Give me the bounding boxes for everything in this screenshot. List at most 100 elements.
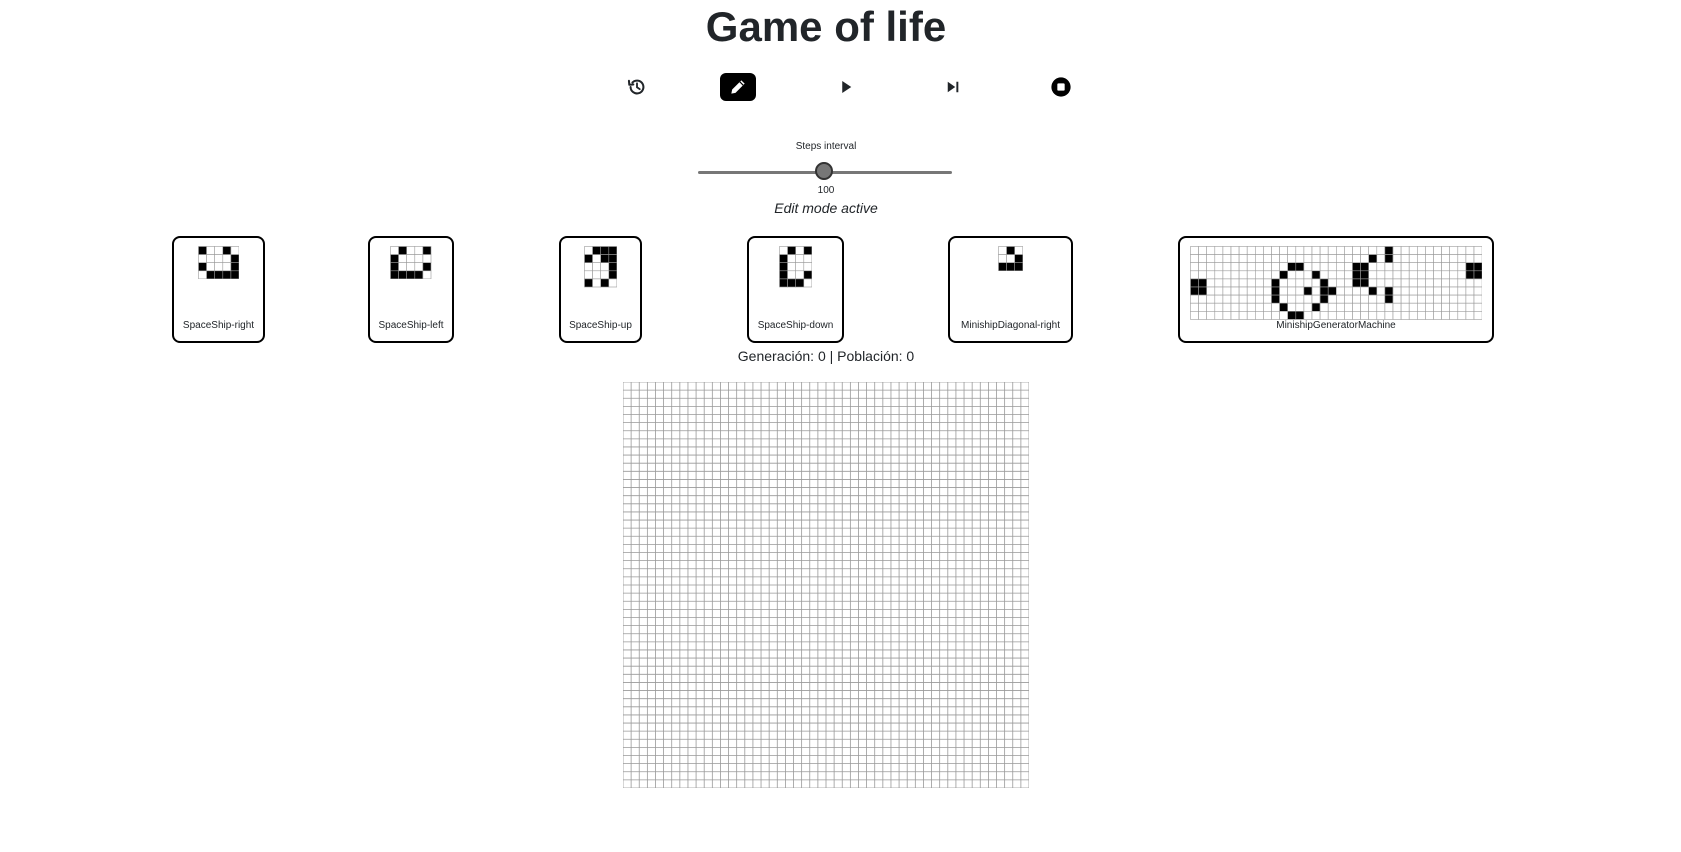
pattern-cell <box>1246 302 1256 312</box>
pattern-cell <box>1327 311 1337 320</box>
pattern-cell <box>608 254 617 264</box>
pattern-cell <box>214 254 223 264</box>
pattern-cell <box>1214 270 1223 280</box>
pattern-cell <box>1189 262 1199 272</box>
pattern-cell <box>1384 254 1394 264</box>
pattern-cell <box>222 246 231 255</box>
pattern-cell <box>1441 262 1450 272</box>
steps-interval-label: Steps interval <box>795 141 857 152</box>
step-forward-icon <box>947 81 959 93</box>
game-board[interactable] <box>623 382 1029 788</box>
pattern-cell <box>778 270 788 280</box>
pattern-cell <box>206 246 215 255</box>
pattern-cell <box>1222 270 1232 280</box>
pattern-cell <box>803 270 812 280</box>
pattern-cell <box>1400 270 1410 280</box>
history-button[interactable] <box>619 73 655 101</box>
pattern-label: MinishipDiagonal-right <box>961 320 1060 331</box>
pattern-cell <box>1198 302 1207 312</box>
pattern-cell <box>1424 262 1434 272</box>
pattern-cell <box>803 262 812 272</box>
pattern-card-miniship-generator-machine[interactable]: MinishipGeneratorMachine <box>1178 236 1494 343</box>
pattern-cell <box>206 254 215 264</box>
pattern-cell <box>422 246 432 255</box>
pattern-cell <box>998 246 1007 255</box>
pattern-cell <box>1416 246 1426 255</box>
status-separator: | <box>829 348 834 364</box>
pattern-cell <box>406 270 416 280</box>
pattern-cell <box>1270 270 1280 280</box>
pattern-cell <box>1287 262 1296 272</box>
pattern-cell <box>583 278 593 288</box>
pattern-cell <box>1376 286 1385 296</box>
pattern-cell <box>1262 278 1272 288</box>
pattern-cell <box>1449 246 1458 255</box>
pattern-cell <box>1214 311 1223 320</box>
pattern-cell <box>1279 302 1288 312</box>
pattern-cell <box>1408 254 1418 264</box>
pattern-cell <box>1303 278 1313 288</box>
pattern-label: MinishipGeneratorMachine <box>1276 320 1396 331</box>
pattern-label: SpaceShip-up <box>569 320 632 331</box>
pattern-card-spaceship-left[interactable]: SpaceShip-left <box>368 236 454 343</box>
pattern-cell <box>1319 246 1329 255</box>
pattern-cell <box>1457 302 1466 312</box>
pattern-cell <box>1351 262 1361 272</box>
pattern-cell <box>608 246 617 255</box>
pattern-cell <box>1424 278 1434 288</box>
step-button[interactable] <box>935 73 971 101</box>
pattern-cell <box>1262 270 1272 280</box>
pattern-card-miniship-diagonal-right[interactable]: MinishipDiagonal-right <box>948 236 1073 343</box>
pattern-cell <box>1376 246 1385 255</box>
pattern-cell <box>1262 246 1272 255</box>
pattern-cell <box>206 262 215 272</box>
pattern-cell <box>1222 311 1232 320</box>
pattern-cell <box>390 270 400 280</box>
pattern-cell <box>1189 302 1199 312</box>
pattern-cell <box>414 270 424 280</box>
pattern-cell <box>583 262 593 272</box>
pattern-cell <box>1351 286 1361 296</box>
pattern-cell <box>1254 246 1264 255</box>
pattern-cell <box>1343 302 1353 312</box>
pattern-cell <box>592 270 601 280</box>
pattern-cell <box>422 270 432 280</box>
pattern-card-spaceship-down[interactable]: SpaceShip-down <box>747 236 844 343</box>
pattern-cell <box>1351 302 1361 312</box>
pattern-cell <box>1360 270 1369 280</box>
pattern-cell <box>1254 278 1264 288</box>
pattern-cell <box>1206 302 1215 312</box>
pattern-cell <box>1343 246 1353 255</box>
pattern-cell <box>1441 311 1450 320</box>
pattern-cell <box>1432 254 1442 264</box>
pattern-cell <box>1473 270 1483 280</box>
pattern-cell <box>1311 246 1321 255</box>
pattern-cell <box>1368 254 1377 264</box>
pattern-cell <box>1303 302 1313 312</box>
pattern-cell <box>998 262 1007 272</box>
pattern-cell <box>1335 311 1345 320</box>
pattern-cell <box>1327 286 1337 296</box>
pattern-cell <box>1303 246 1313 255</box>
pattern-cell <box>1368 294 1377 304</box>
pattern-cell <box>1449 302 1458 312</box>
pattern-cell <box>1473 254 1483 264</box>
pattern-card-spaceship-right[interactable]: SpaceShip-right <box>172 236 265 343</box>
pattern-cell <box>1206 246 1215 255</box>
pattern-cell <box>1424 254 1434 264</box>
pattern-cell <box>1222 254 1232 264</box>
pattern-cell <box>1376 262 1385 272</box>
edit-button[interactable] <box>720 73 756 101</box>
pattern-cell <box>1343 262 1353 272</box>
pattern-cell <box>1351 270 1361 280</box>
pattern-cell <box>1214 286 1223 296</box>
stop-button[interactable] <box>1043 73 1079 101</box>
pattern-cell <box>1198 270 1207 280</box>
pattern-card-spaceship-up[interactable]: SpaceShip-up <box>559 236 642 343</box>
pattern-cell <box>1376 270 1385 280</box>
steps-interval-thumb[interactable] <box>815 162 833 180</box>
play-button[interactable] <box>828 73 864 101</box>
pattern-label: SpaceShip-down <box>757 320 834 331</box>
pattern-cell <box>1335 254 1345 264</box>
pattern-cell <box>1319 278 1329 288</box>
